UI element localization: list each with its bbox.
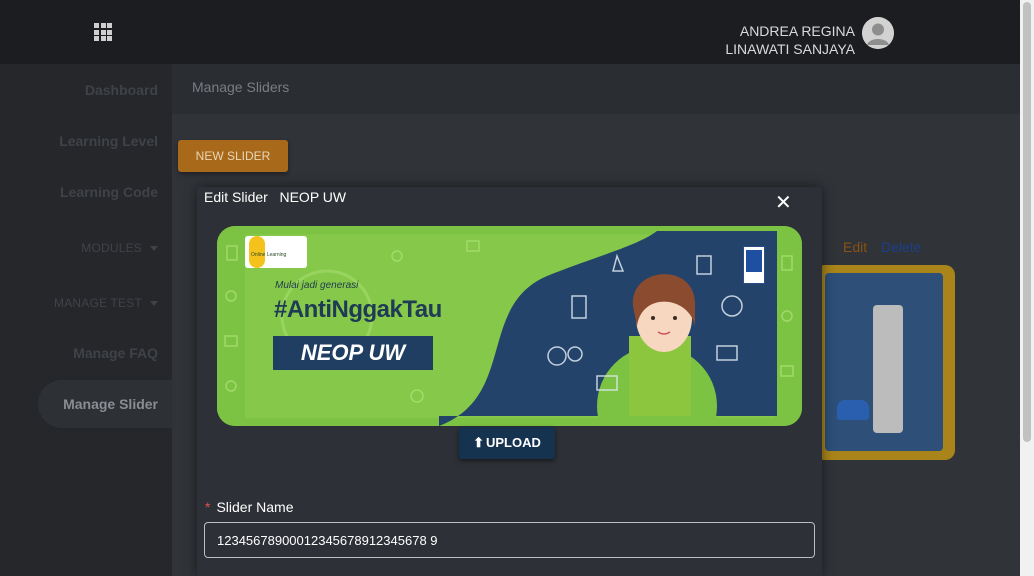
user-name: ANDREA REGINA LINAWATI SANJAYA [725, 22, 855, 58]
slider-banner-image: Online Learning Mulai jadi generasi #Ant… [217, 226, 802, 426]
banner-logo-text: Online Learning [251, 252, 287, 258]
sidebar-item-modules-label: MODULES [81, 241, 142, 255]
new-slider-button[interactable]: NEW SLIDER [178, 140, 288, 172]
upload-icon: ⬆ [473, 435, 484, 450]
banner-tagline: Mulai jadi generasi [275, 280, 359, 291]
apps-grid-icon[interactable] [94, 23, 112, 41]
slider-name-label: * Slider Name [205, 499, 293, 515]
modal-subtitle: NEOP UW [279, 189, 347, 205]
modal-title-label: Edit Slider [204, 189, 268, 205]
sidebar: Dashboard Learning Level Learning Code M… [0, 64, 178, 576]
sidebar-item-dashboard[interactable]: Dashboard [85, 82, 158, 98]
user-name-line1: ANDREA REGINA [739, 23, 855, 39]
required-asterisk: * [205, 499, 211, 515]
scrollbar-thumb[interactable] [1023, 2, 1031, 442]
delete-link[interactable]: Delete [881, 239, 921, 255]
upload-button[interactable]: ⬆ UPLOAD [459, 427, 555, 459]
sidebar-item-modules[interactable]: MODULES [81, 241, 158, 255]
caret-down-icon [150, 246, 158, 252]
slider-name-input[interactable] [204, 522, 815, 558]
user-avatar-icon[interactable] [862, 17, 894, 49]
banner-hashtag: #AntiNggakTau [274, 296, 442, 323]
banner-name-text: NEOP UW [300, 340, 406, 365]
upload-button-label: UPLOAD [486, 435, 541, 450]
modal-title: Edit Slider NEOP UW [204, 189, 346, 205]
sidebar-item-manage-slider[interactable]: Manage Slider [63, 396, 158, 412]
banner-badge-logo-inner [746, 250, 762, 272]
sidebar-item-learning-code[interactable]: Learning Code [60, 184, 158, 200]
content-header: Manage Sliders [172, 64, 1020, 114]
caret-down-icon [150, 301, 158, 307]
edit-slider-modal: Edit Slider NEOP UW ✕ Online Learning Mu… [197, 187, 822, 576]
user-name-line2: LINAWATI SANJAYA [725, 41, 855, 57]
close-icon[interactable]: ✕ [775, 193, 792, 213]
sidebar-item-manage-test-label: MANAGE TEST [54, 296, 142, 310]
slider-name-label-text: Slider Name [216, 499, 294, 515]
slider-thumbnail [815, 265, 955, 460]
top-bar: ANDREA REGINA LINAWATI SANJAYA [0, 0, 1020, 64]
page-scrollbar[interactable] [1020, 0, 1034, 576]
sidebar-item-learning-level[interactable]: Learning Level [59, 133, 158, 149]
sidebar-item-manage-test[interactable]: MANAGE TEST [54, 296, 158, 310]
page-title: Manage Sliders [192, 79, 290, 95]
edit-link[interactable]: Edit [843, 239, 867, 255]
sidebar-item-manage-faq[interactable]: Manage FAQ [73, 345, 158, 361]
